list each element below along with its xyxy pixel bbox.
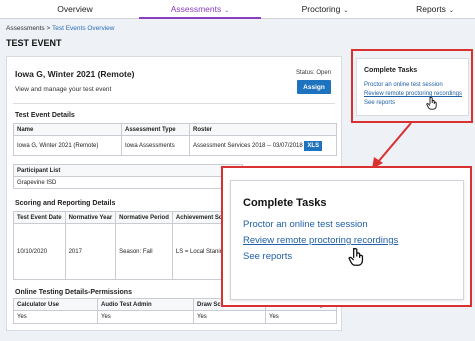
review-recordings-link[interactable]: Review remote proctoring recordings — [243, 235, 398, 246]
proctor-session-link[interactable]: Proctor an online test session — [243, 219, 368, 230]
complete-tasks-title: Complete Tasks — [243, 197, 327, 209]
complete-tasks-zoom: Complete Tasks Proctor an online test se… — [230, 180, 464, 300]
hand-pointer-icon — [348, 247, 364, 266]
see-reports-link[interactable]: See reports — [243, 251, 292, 262]
